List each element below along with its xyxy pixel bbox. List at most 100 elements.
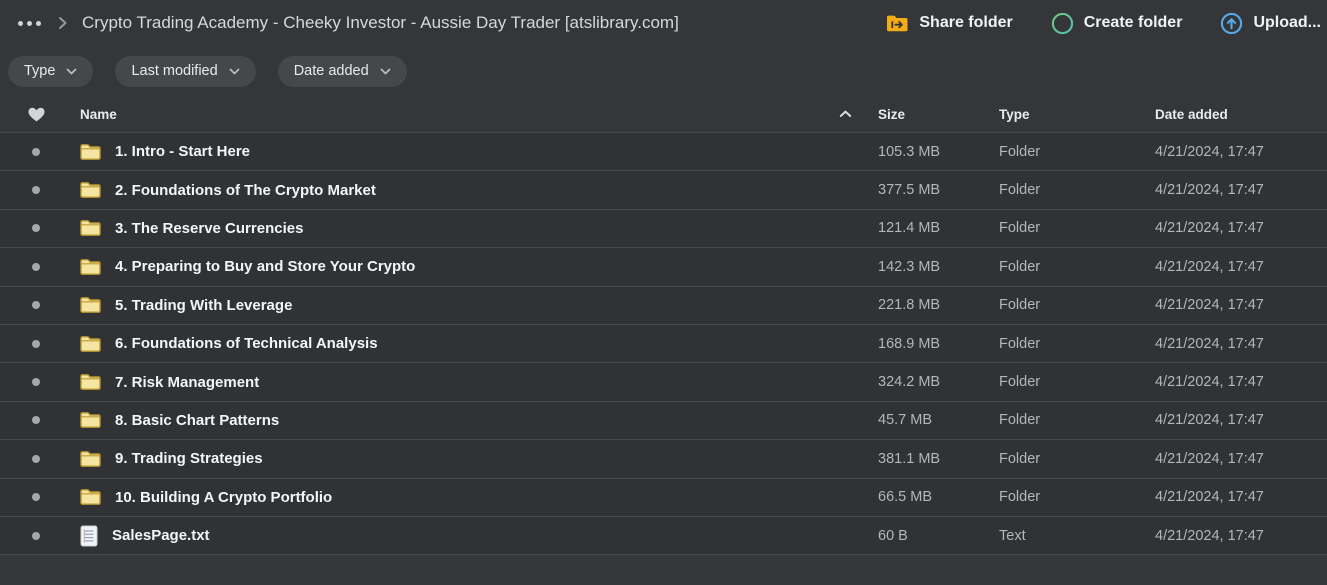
filter-chip-date-added[interactable]: Date added bbox=[278, 56, 407, 87]
ellipsis-menu-icon[interactable] bbox=[16, 17, 43, 30]
row-dot-icon bbox=[32, 378, 40, 386]
folder-icon bbox=[80, 335, 101, 353]
toolbar-actions: Share folder Create folder bbox=[886, 12, 1321, 35]
type-column-header[interactable]: Type bbox=[999, 107, 1155, 122]
row-dot-icon bbox=[32, 263, 40, 271]
folder-icon bbox=[80, 258, 101, 276]
item-type: Folder bbox=[999, 489, 1155, 505]
chevron-down-icon bbox=[380, 68, 391, 75]
item-date-added: 4/21/2024, 17:47 bbox=[1155, 451, 1327, 467]
share-folder-label: Share folder bbox=[919, 14, 1012, 32]
item-date-added: 4/21/2024, 17:47 bbox=[1155, 297, 1327, 313]
item-type: Folder bbox=[999, 220, 1155, 236]
row-dot-icon bbox=[32, 224, 40, 232]
item-type: Folder bbox=[999, 412, 1155, 428]
item-name[interactable]: 2. Foundations of The Crypto Market bbox=[115, 182, 376, 199]
table-row[interactable]: 8. Basic Chart Patterns 45.7 MB Folder 4… bbox=[0, 402, 1327, 440]
filter-chip-type[interactable]: Type bbox=[8, 56, 93, 87]
upload-button[interactable]: Upload... bbox=[1220, 12, 1321, 35]
top-bar: Crypto Trading Academy - Cheeky Investor… bbox=[0, 0, 1327, 46]
share-folder-icon bbox=[886, 14, 909, 33]
breadcrumb: Crypto Trading Academy - Cheeky Investor… bbox=[16, 13, 679, 33]
item-size: 121.4 MB bbox=[878, 220, 999, 236]
row-dot-icon bbox=[32, 301, 40, 309]
table-header: Name Size Type Date added bbox=[0, 96, 1327, 133]
table-row[interactable]: 4. Preparing to Buy and Store Your Crypt… bbox=[0, 248, 1327, 286]
item-name[interactable]: 5. Trading With Leverage bbox=[115, 297, 292, 314]
date-added-column-header[interactable]: Date added bbox=[1155, 107, 1327, 122]
item-date-added: 4/21/2024, 17:47 bbox=[1155, 336, 1327, 352]
create-folder-button[interactable]: Create folder bbox=[1051, 12, 1183, 35]
heart-icon bbox=[28, 107, 45, 122]
item-size: 66.5 MB bbox=[878, 489, 999, 505]
table-row[interactable]: 9. Trading Strategies 381.1 MB Folder 4/… bbox=[0, 440, 1327, 478]
item-type: Folder bbox=[999, 336, 1155, 352]
item-name[interactable]: 4. Preparing to Buy and Store Your Crypt… bbox=[115, 258, 415, 275]
folder-icon bbox=[80, 373, 101, 391]
create-folder-icon bbox=[1051, 12, 1074, 35]
favorite-column-header[interactable] bbox=[0, 107, 72, 122]
item-size: 381.1 MB bbox=[878, 451, 999, 467]
item-date-added: 4/21/2024, 17:47 bbox=[1155, 528, 1327, 544]
table-row[interactable]: 10. Building A Crypto Portfolio 66.5 MB … bbox=[0, 479, 1327, 517]
row-dot-icon bbox=[32, 455, 40, 463]
item-name[interactable]: 6. Foundations of Technical Analysis bbox=[115, 335, 378, 352]
filter-chip-last-modified[interactable]: Last modified bbox=[115, 56, 255, 87]
row-dot-icon bbox=[32, 416, 40, 424]
table-row[interactable]: 5. Trading With Leverage 221.8 MB Folder… bbox=[0, 287, 1327, 325]
chevron-down-icon bbox=[66, 68, 77, 75]
table-body: 1. Intro - Start Here 105.3 MB Folder 4/… bbox=[0, 133, 1327, 555]
item-size: 168.9 MB bbox=[878, 336, 999, 352]
upload-label: Upload... bbox=[1253, 14, 1321, 32]
item-date-added: 4/21/2024, 17:47 bbox=[1155, 489, 1327, 505]
item-name[interactable]: 8. Basic Chart Patterns bbox=[115, 412, 279, 429]
item-size: 105.3 MB bbox=[878, 144, 999, 160]
item-size: 377.5 MB bbox=[878, 182, 999, 198]
table-row[interactable]: SalesPage.txt 60 B Text 4/21/2024, 17:47 bbox=[0, 517, 1327, 555]
table-row[interactable]: 1. Intro - Start Here 105.3 MB Folder 4/… bbox=[0, 133, 1327, 171]
item-size: 60 B bbox=[878, 528, 999, 544]
item-name[interactable]: 7. Risk Management bbox=[115, 374, 259, 391]
create-folder-label: Create folder bbox=[1084, 14, 1183, 32]
chevron-down-icon bbox=[229, 68, 240, 75]
item-size: 221.8 MB bbox=[878, 297, 999, 313]
item-date-added: 4/21/2024, 17:47 bbox=[1155, 144, 1327, 160]
upload-circle-icon bbox=[1220, 12, 1243, 35]
item-type: Folder bbox=[999, 182, 1155, 198]
name-column-header[interactable]: Name bbox=[72, 107, 878, 122]
item-name[interactable]: 1. Intro - Start Here bbox=[115, 143, 250, 160]
table-row[interactable]: 7. Risk Management 324.2 MB Folder 4/21/… bbox=[0, 363, 1327, 401]
item-name[interactable]: 3. The Reserve Currencies bbox=[115, 220, 303, 237]
folder-icon bbox=[80, 488, 101, 506]
item-size: 142.3 MB bbox=[878, 259, 999, 275]
file-table: Name Size Type Date added bbox=[0, 96, 1327, 555]
size-column-header[interactable]: Size bbox=[878, 107, 999, 122]
row-dot-icon bbox=[32, 148, 40, 156]
folder-icon bbox=[80, 143, 101, 161]
folder-icon bbox=[80, 296, 101, 314]
item-date-added: 4/21/2024, 17:47 bbox=[1155, 412, 1327, 428]
table-row[interactable]: 3. The Reserve Currencies 121.4 MB Folde… bbox=[0, 210, 1327, 248]
item-name[interactable]: 9. Trading Strategies bbox=[115, 450, 263, 467]
item-date-added: 4/21/2024, 17:47 bbox=[1155, 220, 1327, 236]
item-size: 324.2 MB bbox=[878, 374, 999, 390]
share-folder-button[interactable]: Share folder bbox=[886, 14, 1012, 33]
page-title: Crypto Trading Academy - Cheeky Investor… bbox=[82, 13, 679, 33]
item-type: Text bbox=[999, 528, 1155, 544]
filter-bar: Type Last modified Date added bbox=[0, 46, 1327, 96]
item-name[interactable]: SalesPage.txt bbox=[112, 527, 210, 544]
item-name[interactable]: 10. Building A Crypto Portfolio bbox=[115, 489, 332, 506]
item-date-added: 4/21/2024, 17:47 bbox=[1155, 374, 1327, 390]
item-type: Folder bbox=[999, 297, 1155, 313]
table-row[interactable]: 6. Foundations of Technical Analysis 168… bbox=[0, 325, 1327, 363]
text-file-icon bbox=[80, 525, 98, 547]
chevron-up-icon[interactable] bbox=[839, 110, 852, 118]
row-dot-icon bbox=[32, 532, 40, 540]
item-size: 45.7 MB bbox=[878, 412, 999, 428]
table-row[interactable]: 2. Foundations of The Crypto Market 377.… bbox=[0, 171, 1327, 209]
chevron-right-icon bbox=[58, 16, 67, 30]
folder-icon bbox=[80, 219, 101, 237]
item-type: Folder bbox=[999, 374, 1155, 390]
row-dot-icon bbox=[32, 493, 40, 501]
folder-icon bbox=[80, 450, 101, 468]
